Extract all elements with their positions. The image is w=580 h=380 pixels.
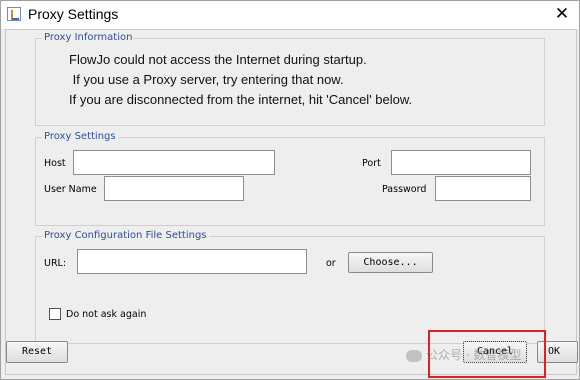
do-not-ask-checkbox[interactable]: [49, 308, 61, 320]
proxy-information-title: Proxy Information: [42, 32, 135, 43]
info-line-1: FlowJo could not access the Internet dur…: [69, 52, 367, 67]
info-line-2: If you use a Proxy server, try entering …: [69, 72, 344, 87]
do-not-ask-label: Do not ask again: [66, 309, 147, 320]
proxy-settings-dialog: Proxy Settings ✕ Proxy Information FlowJ…: [0, 0, 580, 380]
choose-button[interactable]: Choose...: [348, 252, 433, 273]
reset-button[interactable]: Reset: [6, 341, 68, 363]
title-bar[interactable]: Proxy Settings ✕: [1, 1, 579, 29]
proxy-settings-title: Proxy Settings: [42, 131, 118, 142]
password-field[interactable]: [435, 176, 531, 201]
wechat-icon: [406, 349, 422, 362]
host-label: Host: [44, 158, 66, 169]
user-name-label: User Name: [44, 184, 97, 195]
url-label: URL:: [44, 258, 67, 269]
dialog-content: Proxy Information FlowJo could not acces…: [5, 29, 578, 375]
watermark-text: 公众号 · 数智模型: [426, 348, 522, 362]
port-label: Port: [362, 158, 381, 169]
password-label: Password: [382, 184, 427, 195]
port-field[interactable]: [391, 150, 531, 175]
close-icon[interactable]: ✕: [549, 3, 575, 25]
window-title: Proxy Settings: [28, 6, 119, 22]
url-field[interactable]: [77, 249, 307, 274]
or-label: or: [326, 258, 336, 269]
watermark: 公众号 · 数智模型: [406, 346, 521, 363]
host-field[interactable]: [73, 150, 275, 175]
info-line-3: If you are disconnected from the interne…: [69, 92, 413, 107]
java-app-icon: [7, 7, 21, 21]
user-name-field[interactable]: [104, 176, 244, 201]
proxy-config-title: Proxy Configuration File Settings: [42, 230, 209, 241]
